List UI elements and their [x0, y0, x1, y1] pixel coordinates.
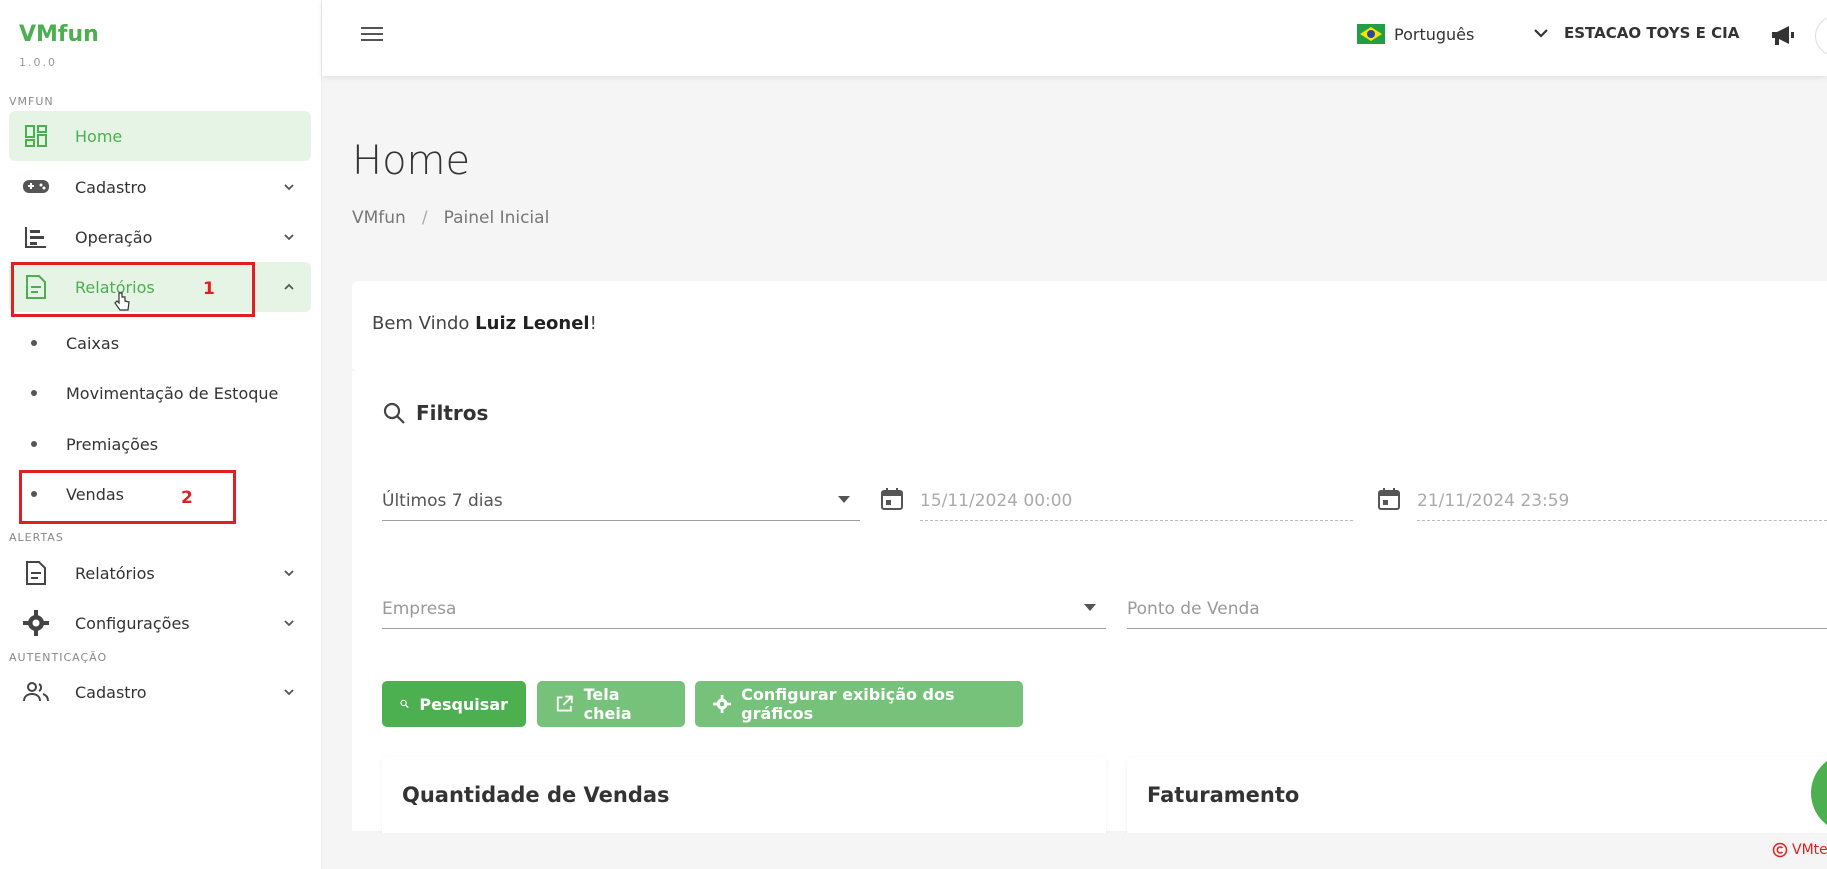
section-label-alertas: ALERTAS: [9, 531, 64, 544]
sidebar-item-label: Operação: [75, 227, 153, 247]
language-label: Português: [1394, 24, 1475, 44]
date-end-field[interactable]: 21/11/2024 23:59: [1417, 481, 1827, 521]
gear-icon: [21, 608, 51, 638]
date-start-value: 15/11/2024 00:00: [920, 490, 1073, 511]
filters-title: Filtros: [382, 401, 488, 425]
breadcrumb-item: Painel Inicial: [443, 208, 550, 228]
welcome-card: Bem Vindo Luiz Leonel!: [352, 281, 1827, 371]
chevron-down-icon: [284, 620, 294, 627]
welcome-user: Luiz Leonel: [475, 313, 590, 334]
configure-charts-button-label: Configurar exibição dos gráficos: [741, 685, 955, 723]
ponto-venda-field[interactable]: Ponto de Venda: [1127, 589, 1827, 629]
gear-icon: [713, 694, 732, 714]
dashboard-icon: [21, 121, 51, 151]
period-select[interactable]: Últimos 7 dias: [382, 481, 860, 521]
sidebar: VMfun 1.0.0 VMFUN Home Cadastro Operação…: [0, 0, 322, 869]
welcome-message: Bem Vindo Luiz Leonel!: [372, 313, 597, 334]
app-logo[interactable]: VMfun: [19, 22, 99, 47]
annotation-box-1: [11, 262, 255, 317]
filters-title-label: Filtros: [416, 401, 489, 425]
copyright-text: VMte: [1792, 842, 1827, 858]
chevron-down-icon: [284, 184, 294, 191]
bar-chart-icon: [21, 222, 51, 252]
ponto-venda-placeholder: Ponto de Venda: [1127, 598, 1260, 619]
gamepad-icon: [21, 172, 51, 202]
copyright-icon: [1772, 842, 1788, 858]
topbar: Português ESTACAO TOYS E CIA: [322, 0, 1827, 76]
date-start-field[interactable]: 15/11/2024 00:00: [920, 481, 1353, 521]
avatar[interactable]: [1815, 16, 1827, 56]
document-icon: [21, 558, 51, 588]
sidebar-item-label: Relatórios: [75, 563, 155, 583]
search-button-label: Pesquisar: [419, 694, 508, 714]
chevron-down-icon: [284, 689, 294, 696]
chevron-up-icon: [284, 283, 294, 290]
sidebar-subitem-label: Caixas: [66, 333, 120, 353]
sidebar-item-cadastro[interactable]: Cadastro: [9, 162, 311, 212]
sidebar-subitem-movimentacao[interactable]: Movimentação de Estoque: [9, 370, 311, 416]
copyright: VMte: [1772, 842, 1827, 858]
footer: [322, 833, 1827, 869]
sidebar-subitem-label: Premiações: [66, 434, 159, 454]
panel-title: Quantidade de Vendas: [402, 783, 670, 807]
language-selector[interactable]: Português: [1357, 24, 1474, 44]
calendar-icon[interactable]: [1377, 487, 1401, 511]
brazil-flag-icon: [1357, 24, 1385, 44]
sidebar-item-label: Cadastro: [75, 682, 147, 702]
menu-icon[interactable]: [360, 24, 384, 44]
configure-charts-button[interactable]: Configurar exibição dos gráficos: [695, 681, 1023, 727]
empresa-placeholder: Empresa: [382, 598, 457, 619]
users-icon: [21, 677, 51, 707]
sidebar-item-home[interactable]: Home: [9, 111, 311, 161]
search-button[interactable]: Pesquisar: [382, 681, 526, 727]
app-version: 1.0.0: [19, 56, 57, 69]
sidebar-item-configuracoes[interactable]: Configurações: [9, 598, 311, 648]
bullet-icon: [31, 390, 37, 396]
chevron-down-icon: [284, 234, 294, 241]
dropdown-arrow-icon: [838, 496, 850, 503]
bullet-icon: [31, 441, 37, 447]
dropdown-arrow-icon: [1084, 604, 1096, 611]
panel-title: Faturamento: [1147, 783, 1300, 807]
breadcrumb: VMfun / Painel Inicial: [352, 208, 549, 228]
breadcrumb-separator: /: [421, 208, 428, 228]
breadcrumb-item[interactable]: VMfun: [352, 208, 406, 228]
sidebar-item-auth-cadastro[interactable]: Cadastro: [9, 667, 311, 717]
search-icon: [383, 402, 405, 424]
page-title: Home: [352, 138, 471, 184]
sidebar-item-label: Home: [75, 126, 123, 146]
welcome-prefix: Bem Vindo: [372, 313, 476, 334]
sidebar-item-operacao[interactable]: Operação: [9, 212, 311, 262]
megaphone-icon[interactable]: [1770, 24, 1796, 46]
empresa-select[interactable]: Empresa: [382, 589, 1106, 629]
fullscreen-button[interactable]: Tela cheia: [537, 681, 685, 727]
sidebar-item-alert-relatorios[interactable]: Relatórios: [9, 548, 311, 598]
open-external-icon: [556, 695, 573, 712]
company-selector[interactable]: ESTACAO TOYS E CIA: [1532, 24, 1739, 42]
chevron-down-icon: [1534, 29, 1548, 38]
sidebar-item-label: Cadastro: [75, 177, 147, 197]
search-icon: [400, 699, 409, 709]
section-label-vmfun: VMFUN: [9, 95, 54, 108]
section-label-autenticacao: AUTENTICAÇÃO: [9, 651, 108, 664]
date-end-value: 21/11/2024 23:59: [1417, 490, 1570, 511]
welcome-suffix: !: [589, 313, 597, 334]
chevron-down-icon: [284, 570, 294, 577]
company-label: ESTACAO TOYS E CIA: [1564, 24, 1740, 42]
sidebar-item-label: Configurações: [75, 613, 190, 633]
annotation-box-2: [19, 470, 236, 524]
bullet-icon: [31, 340, 37, 346]
period-value: Últimos 7 dias: [382, 490, 503, 511]
annotation-number-2: 2: [181, 488, 193, 508]
sidebar-subitem-label: Movimentação de Estoque: [66, 383, 279, 403]
annotation-number-1: 1: [203, 279, 215, 299]
sidebar-subitem-caixas[interactable]: Caixas: [9, 320, 311, 366]
sidebar-subitem-premiacoes[interactable]: Premiações: [9, 421, 311, 467]
fullscreen-button-label: Tela cheia: [583, 685, 632, 723]
calendar-icon[interactable]: [880, 487, 904, 511]
